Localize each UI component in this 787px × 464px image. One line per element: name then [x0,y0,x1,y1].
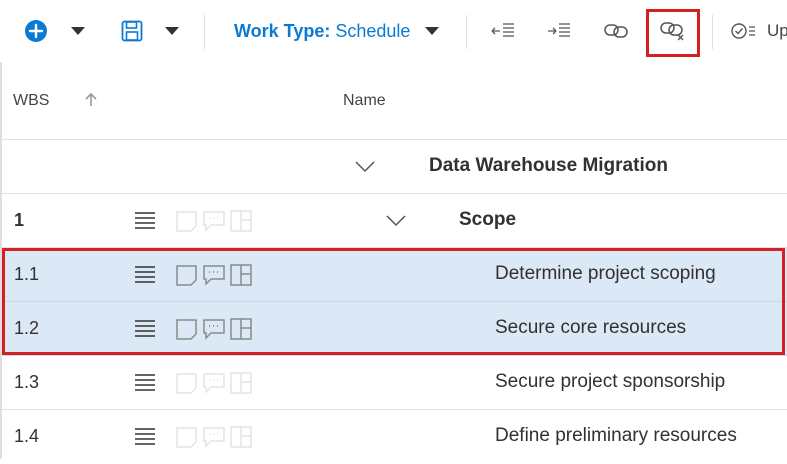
card-icon[interactable] [229,263,253,287]
update-button[interactable] [728,8,758,54]
row-menu-icon[interactable] [134,426,156,448]
wbs-cell: 1.3 [14,372,40,392]
row-icons [175,371,253,395]
worktype-label: Work Type: [234,20,331,41]
task-name[interactable]: Secure core resources [495,317,686,339]
comment-icon[interactable] [202,263,226,287]
outdent-icon [491,23,514,37]
unlink-tasks-button[interactable] [650,8,696,54]
comment-icon[interactable] [202,317,226,341]
row-icons [175,209,253,233]
toolbar-divider [204,15,205,49]
wbs-cell: 1.4 [14,426,40,446]
chevron-down-icon [425,27,440,35]
wbs-cell: 1.1 [14,264,40,284]
note-icon[interactable] [175,425,199,449]
table-row[interactable]: 1.2 Secure core resources [0,302,787,356]
add-button[interactable] [20,8,52,54]
table-row[interactable]: 1.3 Secure project sponsorship [0,356,787,410]
table-row[interactable]: 1.4 Define preliminary resources [0,410,787,464]
name-column-header[interactable]: Name [343,92,386,110]
arrow-up-icon[interactable] [84,92,98,108]
unlink-icon [660,22,684,41]
add-dropdown-button[interactable] [64,8,92,54]
wbs-cell: 1.2 [14,318,40,338]
row-menu-icon[interactable] [134,264,156,286]
note-icon[interactable] [175,209,199,233]
row-icons [175,425,253,449]
row-menu-icon[interactable] [134,318,156,340]
comment-icon[interactable] [202,209,226,233]
wbs-column-header[interactable]: WBS [13,92,49,110]
card-icon[interactable] [229,317,253,341]
table-row[interactable]: 1 Scope [0,194,787,248]
note-icon[interactable] [175,263,199,287]
task-name[interactable]: Secure project sponsorship [495,371,725,393]
save-button[interactable] [116,8,148,54]
note-icon[interactable] [175,317,199,341]
link-tasks-button[interactable] [598,8,634,54]
collapse-chevron-icon[interactable] [385,211,407,229]
row-menu-icon[interactable] [134,210,156,232]
row-menu-icon[interactable] [134,372,156,394]
card-icon[interactable] [229,371,253,395]
grid-left-border [0,62,2,459]
task-name[interactable]: Data Warehouse Migration [429,155,668,177]
comment-icon[interactable] [202,425,226,449]
note-icon[interactable] [175,371,199,395]
card-icon[interactable] [229,425,253,449]
update-check-icon [731,23,755,39]
table-row[interactable]: Data Warehouse Migration [0,140,787,194]
task-name[interactable]: Define preliminary resources [495,425,737,447]
update-label[interactable]: Up [767,21,787,41]
indent-button[interactable] [542,8,576,54]
card-icon[interactable] [229,209,253,233]
task-name[interactable]: Scope [459,209,516,231]
worktype-value: Schedule [335,20,411,41]
link-icon [604,24,628,38]
indent-icon [548,23,570,37]
comment-icon[interactable] [202,371,226,395]
row-icons [175,317,253,341]
task-name[interactable]: Determine project scoping [495,263,716,285]
outdent-button[interactable] [486,8,520,54]
save-dropdown-button[interactable] [158,8,186,54]
toolbar: Work Type: Schedule Up [0,0,787,63]
toolbar-divider [466,15,467,49]
table-row[interactable]: 1.1 Determine project scoping [0,248,787,302]
chevron-down-icon [165,27,179,35]
worktype-dropdown[interactable]: Work Type: Schedule [234,8,444,54]
collapse-chevron-icon[interactable] [354,157,376,175]
grid-header: WBS Name [0,62,787,140]
chevron-down-icon [71,27,85,35]
wbs-cell: 1 [14,210,25,230]
add-circle-icon [25,20,47,42]
toolbar-divider [712,15,713,49]
save-icon [121,20,143,42]
row-icons [175,263,253,287]
